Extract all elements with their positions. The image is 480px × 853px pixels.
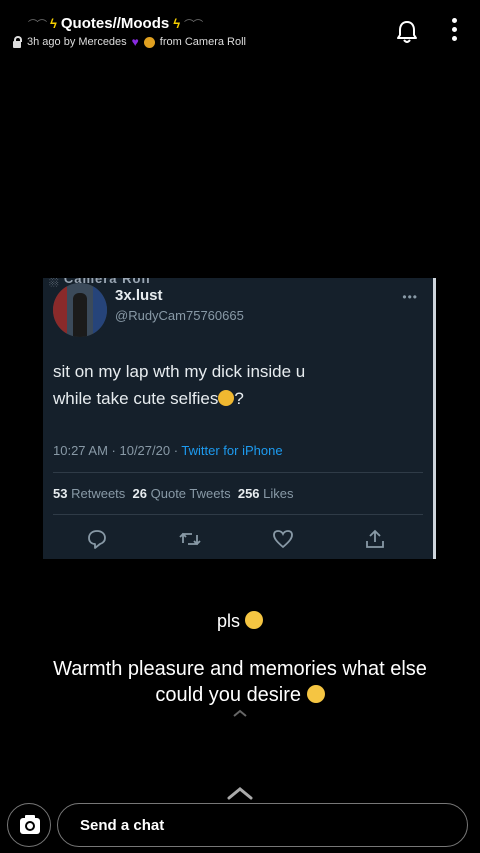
lightning-icon: ϟ	[50, 16, 57, 31]
divider	[53, 514, 423, 515]
tweet-text: sit on my lap wth my dick inside u while…	[53, 358, 413, 412]
tweet-text-line1: sit on my lap wth my dick inside u	[53, 362, 306, 381]
caption-pls: pls	[0, 611, 480, 632]
caption-pls-text: pls	[216, 611, 240, 631]
retweet-icon	[179, 532, 201, 546]
lightning-icon: ϟ	[173, 16, 181, 31]
scroll-edge	[433, 278, 436, 559]
likes-count: 256	[237, 486, 260, 501]
tweet-screenshot: ░ Camera Roll 3x.lust @RudyCam75760665 •…	[43, 278, 436, 559]
camera-icon	[20, 815, 40, 834]
tweet-username: 3x.lust	[115, 287, 163, 304]
emoji-face-icon	[143, 36, 155, 48]
avatar	[53, 283, 107, 337]
pleading-face-icon	[306, 685, 325, 703]
tweet-text-line2: while take cute selfies	[53, 389, 219, 408]
likes-label: Likes	[263, 486, 294, 501]
bell-icon[interactable]	[396, 20, 418, 44]
decoration-left: ⌒⌒	[28, 20, 47, 31]
flushed-face-icon	[218, 390, 235, 406]
purple-heart-icon: ♥	[131, 35, 139, 49]
tweet-actions	[86, 528, 386, 550]
title-row: ⌒⌒ ϟ Quotes//Moods ϟ ⌒⌒	[28, 15, 203, 32]
tweet-stats: 53 Retweets 26 Quote Tweets 256 Likes	[53, 486, 294, 501]
send-chat-placeholder: Send a chat	[80, 817, 165, 834]
quotes-label: Quote Tweets	[150, 486, 231, 501]
share-icon	[366, 529, 384, 548]
tweet-meta: 10:27 AM · 10/27/20 · Twitter for iPhone	[53, 443, 283, 458]
tweet-text-line2-end: ?	[234, 389, 244, 408]
story-title[interactable]: Quotes//Moods	[61, 15, 169, 32]
chevron-up-icon[interactable]	[226, 786, 254, 800]
send-chat-input[interactable]: Send a chat	[57, 803, 468, 847]
chevron-up-icon	[233, 709, 247, 717]
reply-icon	[88, 530, 106, 549]
tweet-handle: @RudyCam75760665	[115, 308, 244, 323]
tweet-source: Twitter for iPhone	[181, 443, 283, 458]
story-header: ⌒⌒ ϟ Quotes//Moods ϟ ⌒⌒ 3h ago by Merced…	[0, 0, 480, 60]
retweets-label: Retweets	[71, 486, 126, 501]
camera-button[interactable]	[7, 803, 51, 847]
divider	[53, 472, 423, 473]
quotes-count: 26	[132, 486, 147, 501]
story-time-author: 3h ago by Mercedes	[27, 36, 127, 48]
heart-icon	[273, 530, 293, 549]
decoration-right: ⌒⌒	[184, 20, 203, 31]
story-source: from Camera Roll	[159, 36, 246, 48]
tweet-more-icon: •••	[402, 290, 418, 304]
story-meta: 3h ago by Mercedes ♥ from Camera Roll	[12, 35, 246, 49]
caption-quote: Warmth pleasure and memories what else c…	[30, 656, 450, 708]
retweets-count: 53	[53, 486, 68, 501]
more-vertical-icon[interactable]	[448, 18, 460, 44]
pleading-face-icon	[245, 611, 264, 629]
chat-bar: Send a chat	[0, 800, 480, 850]
lock-icon	[12, 36, 22, 48]
caption-quote-text: Warmth pleasure and memories what else c…	[53, 658, 427, 706]
tweet-timestamp: 10:27 AM · 10/27/20 ·	[53, 443, 182, 458]
